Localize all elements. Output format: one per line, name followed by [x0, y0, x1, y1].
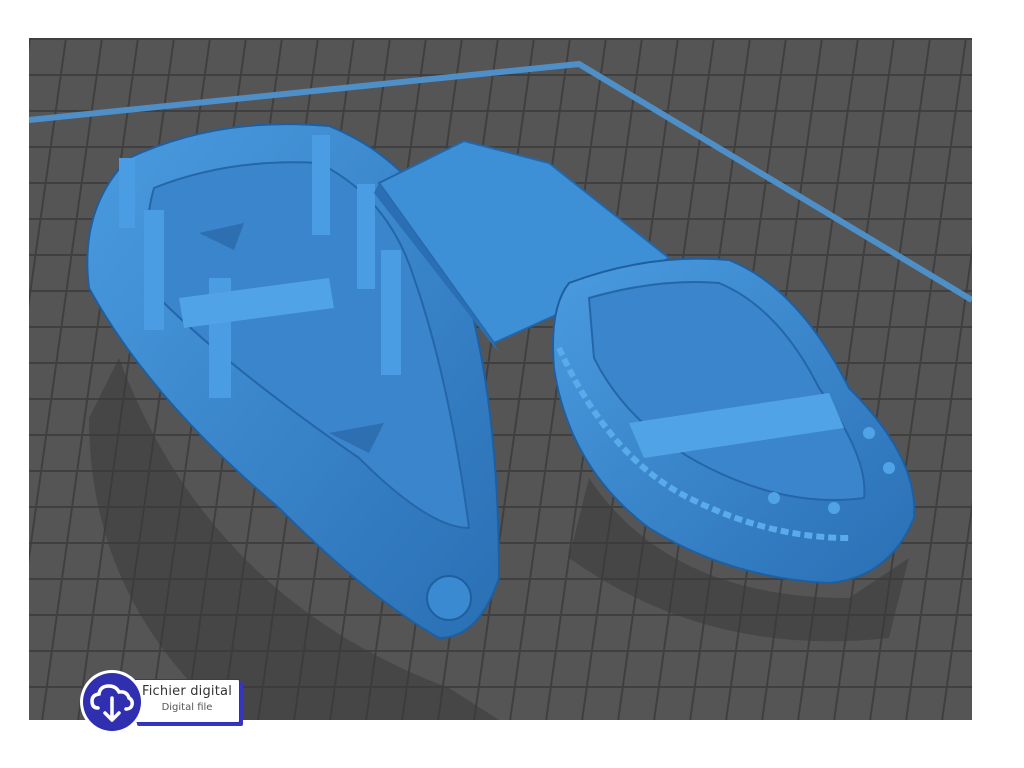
badge-primary-label: Fichier digital: [141, 684, 233, 699]
large-boat-post: [119, 158, 135, 228]
3d-viewport[interactable]: [29, 38, 972, 720]
print-bed-scene[interactable]: [29, 38, 972, 720]
small-boat-peg: [768, 492, 780, 504]
cloud-download-icon: [80, 670, 144, 734]
digital-file-badge: Fichier digital Digital file: [78, 668, 240, 736]
large-boat-post: [144, 210, 164, 330]
small-boat-peg: [883, 462, 895, 474]
large-boat-post: [381, 250, 401, 375]
large-boat-post: [312, 135, 330, 235]
small-boat-peg: [863, 427, 875, 439]
large-boat-prow: [426, 575, 472, 621]
badge-label-panel: Fichier digital Digital file: [134, 679, 240, 723]
large-boat-post: [357, 184, 375, 289]
small-boat-peg: [828, 502, 840, 514]
badge-secondary-label: Digital file: [161, 702, 213, 713]
